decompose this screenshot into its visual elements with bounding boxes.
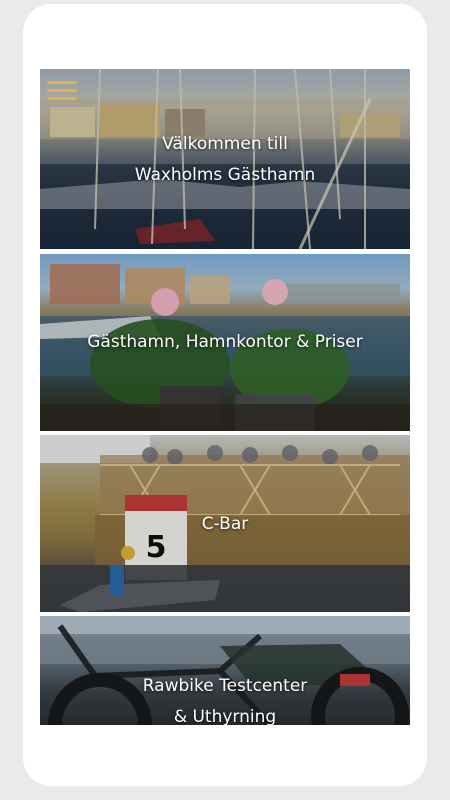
tile-rawbike-line2: & Uthyrning [173, 707, 277, 725]
tile-rawbike[interactable]: Rawbike Testcenter & Uthyrning [40, 616, 410, 725]
tile-welcome-title: Välkommen till Waxholms Gästhamn [40, 129, 410, 191]
app-screen: Välkommen till Waxholms Gästhamn Gästham… [40, 65, 410, 725]
tile-guest-harbor-title: Gästhamn, Hamnkontor & Priser [40, 327, 410, 358]
tile-rawbike-line1: Rawbike Testcenter [142, 676, 308, 696]
tile-c-bar-line1: C-Bar [201, 514, 249, 534]
tile-guest-harbor[interactable]: Gästhamn, Hamnkontor & Priser [40, 254, 410, 431]
tile-c-bar-title: C-Bar [40, 509, 410, 540]
tile-guest-harbor-line1: Gästhamn, Hamnkontor & Priser [87, 332, 363, 352]
tile-welcome-line2: Waxholms Gästhamn [134, 165, 316, 185]
tile-welcome[interactable]: Välkommen till Waxholms Gästhamn [40, 69, 410, 249]
tile-c-bar[interactable]: 5 C-Bar [40, 435, 410, 612]
tile-rawbike-title: Rawbike Testcenter & Uthyrning [40, 671, 410, 725]
hamburger-menu-icon[interactable] [47, 79, 77, 103]
tile-welcome-line1: Välkommen till [162, 134, 288, 154]
phone-frame: Välkommen till Waxholms Gästhamn Gästham… [23, 4, 427, 786]
